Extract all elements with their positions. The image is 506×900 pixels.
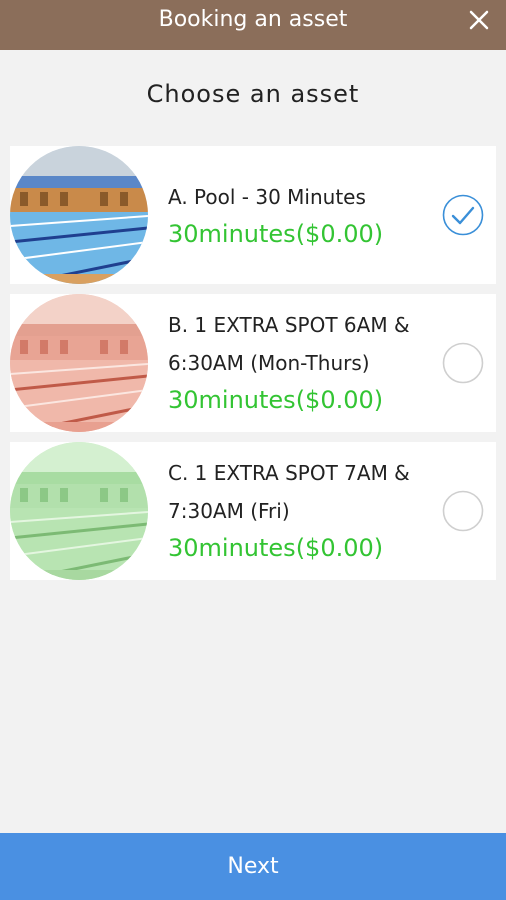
asset-thumbnail	[10, 146, 148, 284]
asset-item-extra-spot-7am[interactable]: C. 1 EXTRA SPOT 7AM & 7:30AM (Fri) 30min…	[10, 442, 496, 580]
asset-thumbnail	[10, 442, 148, 580]
asset-text: B. 1 EXTRA SPOT 6AM & 6:30AM (Mon-Thurs)…	[168, 306, 438, 418]
next-button[interactable]: Next	[0, 833, 506, 900]
asset-thumbnail	[10, 294, 148, 432]
asset-item-extra-spot-6am[interactable]: B. 1 EXTRA SPOT 6AM & 6:30AM (Mon-Thurs)…	[10, 294, 496, 432]
asset-name: A. Pool - 30 Minutes	[168, 185, 366, 209]
asset-radio-unselected[interactable]	[442, 490, 484, 532]
asset-price: 30minutes($0.00)	[168, 386, 384, 414]
asset-name: C. 1 EXTRA SPOT 7AM & 7:30AM (Fri)	[168, 461, 410, 523]
asset-price: 30minutes($0.00)	[168, 534, 384, 562]
close-button[interactable]	[466, 7, 492, 33]
choose-asset-heading: Choose an asset	[146, 80, 360, 108]
close-icon	[469, 10, 489, 30]
radio-empty-icon	[442, 490, 484, 532]
asset-radio-unselected[interactable]	[442, 342, 484, 384]
radio-empty-icon	[442, 342, 484, 384]
checkmark-icon	[442, 194, 484, 236]
asset-text: C. 1 EXTRA SPOT 7AM & 7:30AM (Fri) 30min…	[168, 454, 438, 566]
asset-radio-selected[interactable]	[442, 194, 484, 236]
asset-name: B. 1 EXTRA SPOT 6AM & 6:30AM (Mon-Thurs)	[168, 313, 410, 375]
asset-text: A. Pool - 30 Minutes 30minutes($0.00)	[168, 178, 438, 252]
asset-list: A. Pool - 30 Minutes 30minutes($0.00) B.…	[10, 146, 496, 590]
page-title: Booking an asset	[158, 7, 348, 32]
asset-price: 30minutes($0.00)	[168, 220, 384, 248]
header-bar: Booking an asset	[0, 0, 506, 50]
asset-item-pool[interactable]: A. Pool - 30 Minutes 30minutes($0.00)	[10, 146, 496, 284]
